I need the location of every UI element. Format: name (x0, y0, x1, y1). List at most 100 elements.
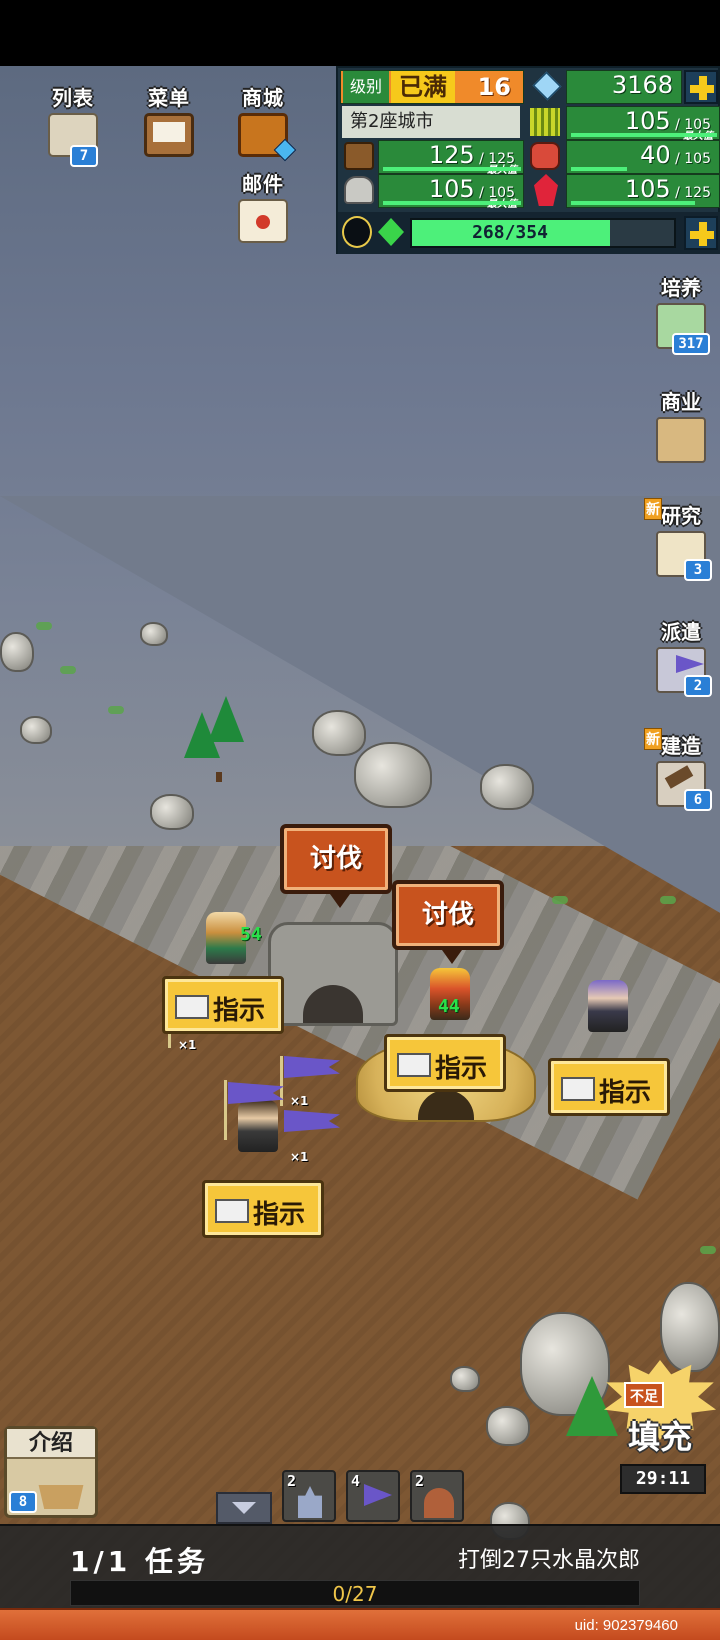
mission-progress: 1/1 任务 (70, 1545, 209, 1578)
flag-shortcut[interactable]: 4 (346, 1470, 400, 1522)
train-badge: 317 (672, 333, 710, 355)
wheat-icon (530, 108, 560, 136)
attack-bubble[interactable]: 讨伐 (280, 824, 392, 908)
book-icon (175, 995, 209, 1019)
city-name: 第2座城市 (342, 106, 520, 138)
train-button[interactable]: 培养 317 (646, 272, 716, 355)
food-bar (571, 133, 717, 137)
intro-button[interactable]: 介绍 8 (4, 1426, 98, 1518)
dispatch-badge: 2 (684, 675, 712, 697)
boulder (0, 632, 34, 672)
level-value: 16 (477, 73, 511, 101)
gems-value: 3168 (611, 71, 673, 99)
attack-label: 讨伐 (309, 844, 362, 874)
add-gems-button[interactable] (684, 70, 718, 104)
energy-text: 268/354 (472, 222, 548, 243)
castle-shortcut[interactable]: 2 (282, 1470, 336, 1522)
grass-tuft (552, 896, 568, 904)
crystal-value: 105 / 125 (624, 175, 711, 203)
hero-unit[interactable] (238, 1100, 278, 1152)
mail-label: 邮件 (242, 172, 284, 196)
castle-icon (298, 1486, 322, 1518)
energy-row: 268/354 (338, 212, 720, 254)
book-icon (215, 1199, 249, 1223)
instruct-bubble[interactable]: 指示 (162, 976, 284, 1034)
cave-icon (424, 1488, 454, 1518)
build-badge: 6 (684, 789, 712, 811)
list-badge: 7 (70, 145, 98, 167)
grass-tuft (660, 896, 676, 904)
meat-icon (530, 142, 560, 170)
mission-bar[interactable]: 1/1 任务 打倒27只水晶次郎 0/27 (0, 1524, 720, 1608)
grass-tuft (700, 1246, 716, 1254)
instruct-bubble[interactable]: 指示 (548, 1058, 670, 1116)
train-icon: 317 (656, 303, 710, 355)
hammer-icon: 6 (656, 761, 712, 811)
dispatch-button[interactable]: 派遣 2 (646, 616, 716, 697)
stone-icon (344, 176, 374, 204)
unit-level: 44 (438, 996, 460, 1017)
stone-bar (383, 201, 521, 205)
boulder (660, 1282, 720, 1372)
attack-bubble[interactable]: 讨伐 (392, 880, 504, 964)
level-box: 级别 已满 16 (340, 70, 524, 104)
cave-shortcut[interactable]: 2 (410, 1470, 464, 1522)
resource-panel: 级别 已满 16 3168 第2座城市 105 / 105 最大值 125 / … (336, 66, 720, 254)
gems-box: 3168 (566, 70, 682, 104)
intro-badge: 8 (9, 1491, 37, 1513)
green-gem-icon (378, 218, 404, 246)
list-button[interactable]: 列表 7 (38, 82, 108, 167)
flag-pole (224, 1080, 227, 1140)
research-button[interactable]: 研究 3 新 (644, 498, 716, 581)
tree-trunk (216, 772, 222, 782)
fill-button[interactable]: 不足 填充 29:11 (604, 1360, 716, 1500)
business-button[interactable]: 商业 (646, 386, 716, 463)
mission-count: 0/27 (332, 1582, 378, 1606)
shop-chest-icon (238, 113, 297, 162)
instruct-label: 指示 (599, 1078, 652, 1108)
mission-progress-track: 0/27 (70, 1580, 640, 1606)
collapse-chevron-icon[interactable] (216, 1492, 272, 1524)
boulder (140, 622, 168, 646)
user-id: uid: 902379460 (574, 1617, 678, 1634)
attack-label: 讨伐 (421, 900, 474, 930)
purple-flag-icon (364, 1484, 392, 1506)
chip-count: 2 (287, 1472, 297, 1490)
boulder (486, 1406, 530, 1446)
status-bar-area (0, 0, 720, 66)
instruct-label: 指示 (253, 1200, 306, 1230)
grass-tuft (60, 666, 76, 674)
menu-button[interactable]: 菜单 (134, 82, 204, 157)
mail-button[interactable]: 邮件 (228, 168, 298, 243)
pine-tree (208, 696, 244, 742)
grass-tuft (108, 706, 124, 714)
instruct-bubble[interactable]: 指示 (202, 1180, 324, 1238)
stone-cave-dungeon[interactable] (268, 922, 398, 1026)
ship-icon (38, 1485, 84, 1509)
build-button[interactable]: 建造 6 新 (644, 728, 716, 811)
list-icon: 7 (48, 113, 98, 167)
signboard-icon (144, 113, 194, 157)
add-energy-button[interactable] (684, 216, 718, 250)
shop-button[interactable]: 商城 (228, 82, 298, 162)
wood-box: 125 / 125 最大值 (378, 140, 524, 176)
meat-bar (571, 167, 627, 171)
scroll-icon: 3 (656, 531, 712, 581)
list-label: 列表 (52, 86, 94, 110)
book-icon (397, 1053, 431, 1077)
hero-unit[interactable] (588, 980, 628, 1032)
instruct-bubble[interactable]: 指示 (384, 1034, 506, 1092)
boulder (450, 1366, 480, 1392)
business-label: 商业 (661, 390, 701, 414)
level-status: 已满 (391, 71, 455, 103)
train-label: 培养 (661, 276, 701, 300)
instruct-label: 指示 (213, 996, 266, 1026)
flag-count: ×1 (290, 1150, 309, 1164)
shortage-tag: 不足 (624, 1382, 664, 1408)
meat-value: 40 / 105 (640, 141, 711, 169)
game-screen: 讨伐 讨伐 54 44 ×1 ×1 ×1 指示 指示 指示 指示 列表 7 菜单 (0, 0, 720, 1640)
stone-box: 105 / 105 最大值 (378, 174, 524, 210)
boulder (312, 710, 366, 756)
level-label: 级别 (343, 71, 389, 103)
intro-label: 介绍 (7, 1429, 95, 1459)
